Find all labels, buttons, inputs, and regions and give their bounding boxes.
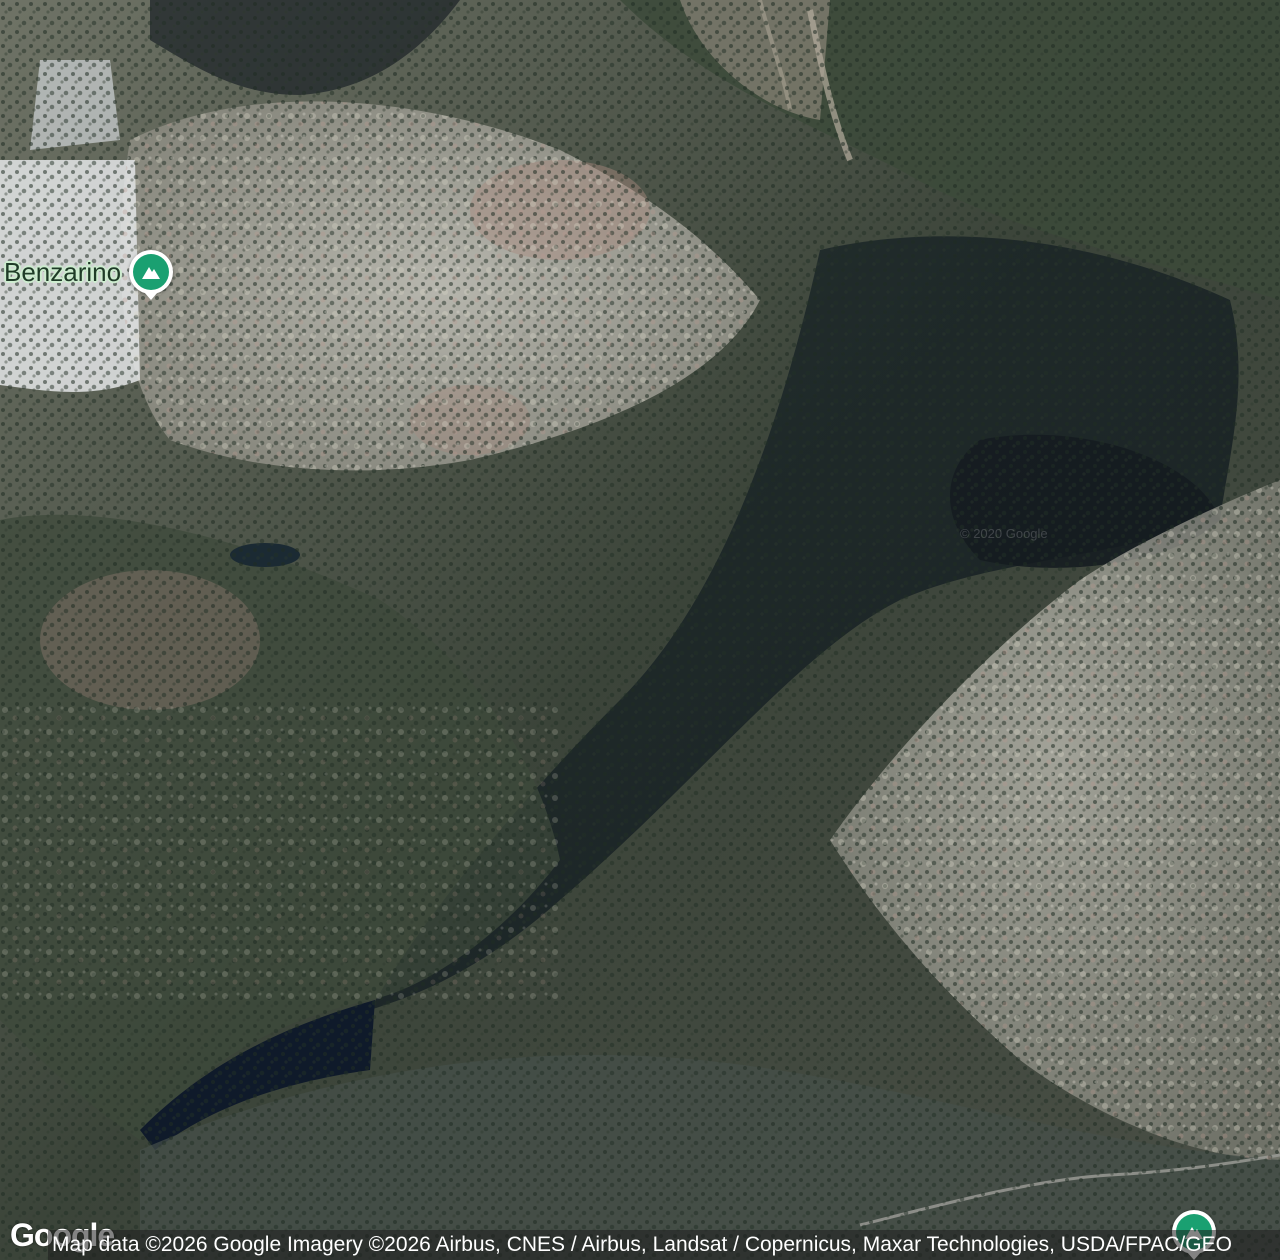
map-attribution: Map data ©2026 Google Imagery ©2026 Airb… — [48, 1230, 1280, 1260]
peak-marker-benzarino[interactable]: Benzarino — [4, 250, 174, 294]
imagery-watermark: © 2020 Google — [960, 526, 1048, 541]
mountain-peak-icon[interactable] — [129, 250, 174, 294]
marker-label[interactable]: Benzarino — [4, 259, 121, 285]
satellite-imagery — [0, 0, 1280, 1260]
map-canvas[interactable]: © 2020 Google Benzarino Google Map data … — [0, 0, 1280, 1260]
